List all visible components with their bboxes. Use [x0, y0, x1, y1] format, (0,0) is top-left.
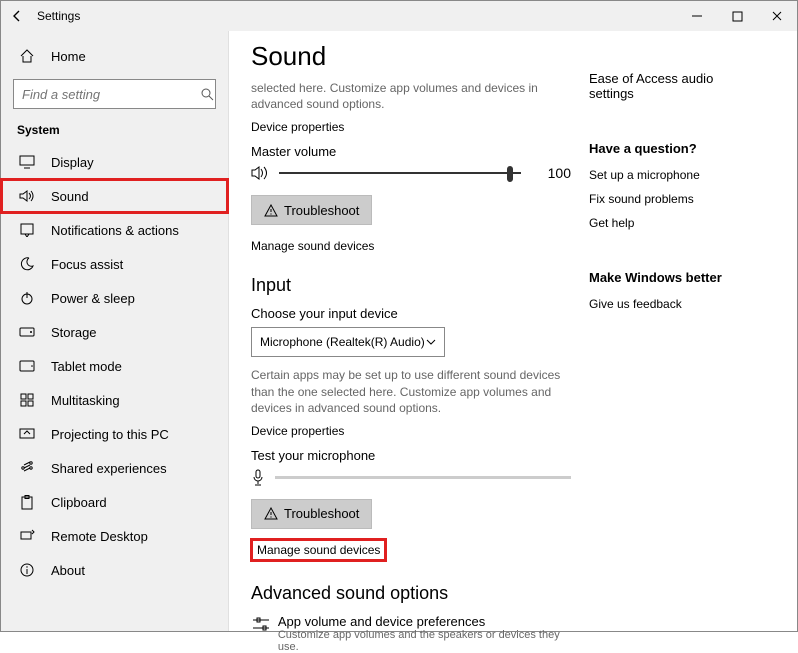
sidebar: Home System Display Sound Notifications …: [1, 31, 229, 631]
window-controls: [677, 1, 797, 31]
multitask-icon: [17, 390, 37, 410]
warning-icon: [264, 507, 278, 520]
about-icon: [17, 560, 37, 580]
output-description: selected here. Customize app volumes and…: [251, 80, 571, 112]
input-description: Certain apps may be set up to use differ…: [251, 367, 571, 416]
warning-icon: [264, 204, 278, 217]
sidebar-home[interactable]: Home: [1, 39, 228, 73]
chevron-down-icon: [426, 339, 436, 345]
test-mic-label: Test your microphone: [251, 448, 571, 463]
manage-sound-devices-input-link[interactable]: Manage sound devices: [251, 539, 386, 561]
sidebar-item-label: Sound: [51, 189, 89, 204]
sidebar-item-power-sleep[interactable]: Power & sleep: [1, 281, 228, 315]
sidebar-item-clipboard[interactable]: Clipboard: [1, 485, 228, 519]
troubleshoot-label: Troubleshoot: [284, 203, 359, 218]
manage-sound-devices-output-link[interactable]: Manage sound devices: [251, 239, 571, 253]
master-volume-label: Master volume: [251, 144, 571, 159]
sidebar-item-remote-desktop[interactable]: Remote Desktop: [1, 519, 228, 553]
give-feedback-link[interactable]: Give us feedback: [589, 297, 759, 311]
sidebar-item-label: Clipboard: [51, 495, 107, 510]
sliders-icon: [251, 614, 278, 653]
device-properties-link-output[interactable]: Device properties: [251, 120, 571, 134]
display-icon: [17, 152, 37, 172]
troubleshoot-output-button[interactable]: Troubleshoot: [251, 195, 372, 225]
get-help-link[interactable]: Get help: [589, 216, 759, 230]
sidebar-item-label: Tablet mode: [51, 359, 122, 374]
back-button[interactable]: [1, 1, 33, 31]
adv-item-description: Customize app volumes and the speakers o…: [278, 629, 571, 653]
sidebar-item-label: Multitasking: [51, 393, 120, 408]
sidebar-item-label: Remote Desktop: [51, 529, 148, 544]
search-input[interactable]: [13, 79, 216, 109]
slider-thumb[interactable]: [507, 166, 513, 182]
device-properties-link-input[interactable]: Device properties: [251, 424, 571, 438]
make-windows-better-heading: Make Windows better: [589, 270, 759, 285]
search-field[interactable]: [22, 87, 200, 102]
window-title: Settings: [37, 9, 80, 23]
sound-icon: [17, 186, 37, 206]
power-icon: [17, 288, 37, 308]
input-heading: Input: [251, 275, 571, 296]
sidebar-item-label: Notifications & actions: [51, 223, 179, 238]
sidebar-item-shared-experiences[interactable]: Shared experiences: [1, 451, 228, 485]
sidebar-item-sound[interactable]: Sound: [1, 179, 228, 213]
minimize-button[interactable]: [677, 1, 717, 31]
input-device-select[interactable]: Microphone (Realtek(R) Audio): [251, 327, 445, 357]
master-volume-value: 100: [531, 165, 571, 181]
close-button[interactable]: [757, 1, 797, 31]
choose-input-label: Choose your input device: [251, 306, 571, 321]
sidebar-item-label: Focus assist: [51, 257, 123, 272]
mic-level-bar: [275, 476, 571, 479]
troubleshoot-input-button[interactable]: Troubleshoot: [251, 499, 372, 529]
page-title: Sound: [251, 41, 571, 72]
sidebar-item-storage[interactable]: Storage: [1, 315, 228, 349]
sidebar-item-display[interactable]: Display: [1, 145, 228, 179]
input-device-selected: Microphone (Realtek(R) Audio): [260, 335, 425, 349]
shared-icon: [17, 458, 37, 478]
maximize-button[interactable]: [717, 1, 757, 31]
microphone-icon: [251, 469, 265, 487]
storage-icon: [17, 322, 37, 342]
sidebar-item-about[interactable]: About: [1, 553, 228, 587]
remote-icon: [17, 526, 37, 546]
notifications-icon: [17, 220, 37, 240]
sidebar-item-multitasking[interactable]: Multitasking: [1, 383, 228, 417]
moon-icon: [17, 254, 37, 274]
sidebar-item-tablet-mode[interactable]: Tablet mode: [1, 349, 228, 383]
project-icon: [17, 424, 37, 444]
have-a-question-heading: Have a question?: [589, 141, 759, 156]
sidebar-item-label: Storage: [51, 325, 97, 340]
fix-sound-problems-link[interactable]: Fix sound problems: [589, 192, 759, 206]
sidebar-home-label: Home: [51, 49, 86, 64]
setup-microphone-link[interactable]: Set up a microphone: [589, 168, 759, 182]
clipboard-icon: [17, 492, 37, 512]
search-icon: [200, 87, 214, 101]
sidebar-section-label: System: [1, 117, 228, 145]
app-volume-preferences-item[interactable]: App volume and device preferences Custom…: [251, 614, 571, 653]
sidebar-item-focus-assist[interactable]: Focus assist: [1, 247, 228, 281]
speaker-icon: [251, 165, 271, 181]
sidebar-item-label: About: [51, 563, 85, 578]
advanced-heading: Advanced sound options: [251, 583, 571, 604]
troubleshoot-label: Troubleshoot: [284, 506, 359, 521]
sidebar-item-label: Display: [51, 155, 94, 170]
sidebar-item-label: Projecting to this PC: [51, 427, 169, 442]
sidebar-item-projecting[interactable]: Projecting to this PC: [1, 417, 228, 451]
master-volume-slider[interactable]: [279, 172, 521, 174]
sidebar-item-notifications[interactable]: Notifications & actions: [1, 213, 228, 247]
tablet-icon: [17, 356, 37, 376]
titlebar: Settings: [1, 1, 797, 31]
adv-item-title: App volume and device preferences: [278, 614, 571, 629]
sidebar-item-label: Shared experiences: [51, 461, 167, 476]
aside-pane: Ease of Access audio settings Have a que…: [589, 37, 769, 631]
sidebar-item-label: Power & sleep: [51, 291, 135, 306]
content-pane: Sound selected here. Customize app volum…: [229, 37, 589, 631]
home-icon: [17, 46, 37, 66]
ease-of-access-link[interactable]: Ease of Access audio settings: [589, 71, 759, 101]
